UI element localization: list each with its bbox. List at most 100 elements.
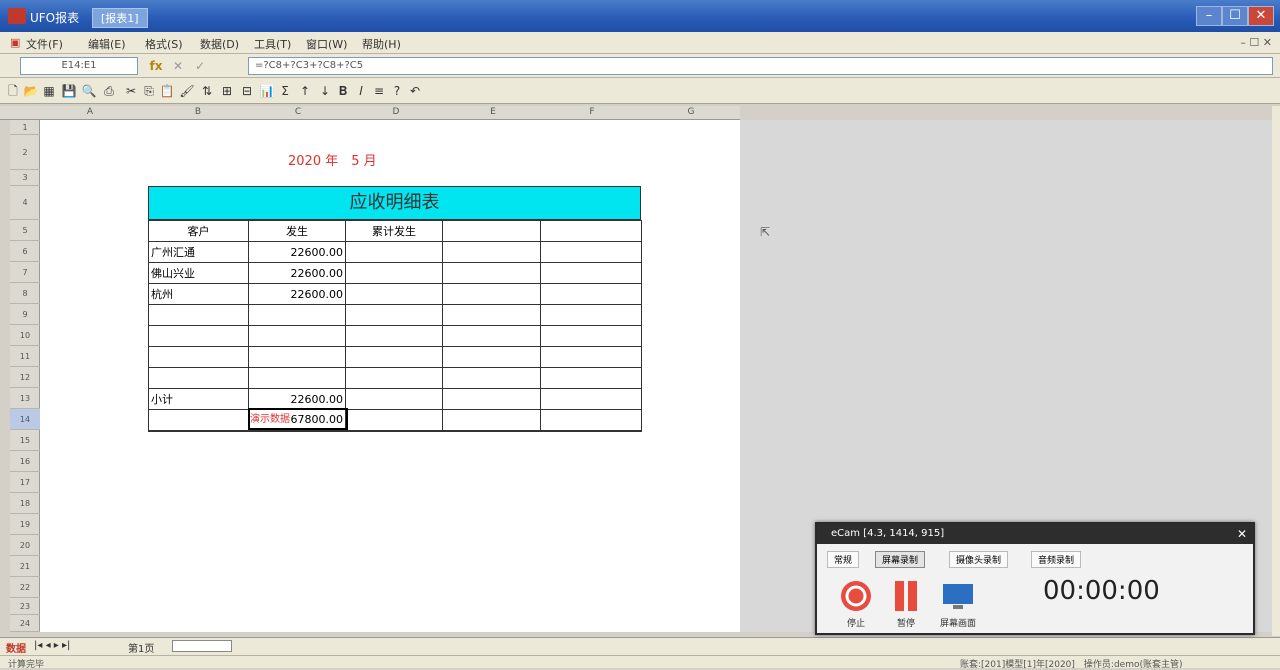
table-cell[interactable] [442, 346, 541, 368]
align-icon[interactable]: ≡ [370, 82, 388, 100]
new-file-icon[interactable]: 🗋 [4, 82, 22, 100]
cut-icon[interactable]: ✂ [122, 82, 140, 100]
table-cell[interactable] [442, 325, 541, 347]
menu-file[interactable]: 文件(F) [26, 36, 63, 52]
table-cell[interactable]: 杭州 [148, 283, 249, 305]
row-header[interactable]: 3 [10, 170, 40, 186]
row-header[interactable]: 15 [10, 430, 40, 451]
row-header[interactable]: 10 [10, 325, 40, 346]
italic-icon[interactable]: 𝐼 [352, 82, 370, 100]
table-cell[interactable] [345, 325, 443, 347]
table-cell[interactable] [248, 346, 346, 368]
table-cell[interactable] [540, 367, 642, 389]
row-header[interactable]: 16 [10, 451, 40, 472]
column-header[interactable]: E [444, 107, 542, 117]
table-cell[interactable] [442, 262, 541, 284]
row-header[interactable]: 24 [10, 615, 40, 632]
recorder-close-icon[interactable]: ✕ [1237, 524, 1247, 544]
cancel-icon[interactable]: ✕ [170, 58, 186, 74]
stop-button[interactable] [839, 579, 873, 613]
formula-input[interactable]: =?C8+?C3+?C8+?C5 [248, 57, 1273, 75]
mode-toggle[interactable]: 数据 [6, 640, 26, 655]
menu-help[interactable]: 帮助(H) [362, 36, 401, 52]
table-cell[interactable] [345, 283, 443, 305]
table-cell[interactable] [248, 304, 346, 326]
preview-icon[interactable]: 🔍 [80, 82, 98, 100]
row-header[interactable]: 11 [10, 346, 40, 367]
table-cell[interactable] [442, 367, 541, 389]
table-cell[interactable] [540, 262, 642, 284]
row-header[interactable]: 7 [10, 262, 40, 283]
table-cell[interactable] [540, 283, 642, 305]
table-cell[interactable] [540, 304, 642, 326]
row-header[interactable]: 9 [10, 304, 40, 325]
row-header[interactable]: 1 [10, 120, 40, 135]
table-cell[interactable] [345, 346, 443, 368]
sort-desc-icon[interactable]: ↓ [316, 82, 334, 100]
print-preview-icon[interactable]: ▦ [40, 82, 58, 100]
confirm-icon[interactable]: ✓ [192, 58, 208, 74]
table-cell[interactable] [345, 241, 443, 263]
table-cell[interactable] [345, 367, 443, 389]
table-cell[interactable]: 小计 [148, 388, 249, 410]
table-cell[interactable] [540, 346, 642, 368]
undo-icon[interactable]: ↶ [406, 82, 424, 100]
row-header[interactable]: 14 [10, 409, 40, 430]
table-cell[interactable]: 22600.00 [248, 388, 346, 410]
recorder-title[interactable]: eCam [4.3, 1414, 915] [817, 524, 1253, 544]
row-header[interactable]: 20 [10, 535, 40, 556]
column-header[interactable]: B [148, 107, 248, 117]
table-cell[interactable] [148, 409, 249, 432]
table-cell[interactable] [148, 325, 249, 347]
column-header[interactable]: C [248, 107, 348, 117]
table-cell[interactable] [148, 367, 249, 389]
table-cell[interactable] [148, 346, 249, 368]
save-icon[interactable]: 💾 [60, 82, 78, 100]
table-cell[interactable] [248, 325, 346, 347]
menu-edit[interactable]: 编辑(E) [88, 36, 126, 52]
row-header[interactable]: 12 [10, 367, 40, 388]
row-header[interactable]: 4 [10, 186, 40, 220]
insert-col-icon[interactable]: ⊟ [238, 82, 256, 100]
menu-tools[interactable]: 工具(T) [254, 36, 291, 52]
table-cell[interactable] [442, 409, 541, 432]
table-cell[interactable] [345, 388, 443, 410]
column-header[interactable]: A [40, 107, 140, 117]
row-header[interactable]: 8 [10, 283, 40, 304]
copy-icon[interactable]: ⎘ [140, 82, 158, 100]
row-header[interactable]: 18 [10, 493, 40, 514]
row-header[interactable]: 5 [10, 220, 40, 241]
print-icon[interactable]: ⎙ [100, 82, 118, 100]
open-folder-icon[interactable]: 📂 [22, 82, 40, 100]
sort-icon[interactable]: ⇅ [198, 82, 216, 100]
document-tab[interactable]: [报表1] [92, 8, 148, 28]
column-header[interactable]: F [542, 107, 642, 117]
menu-data[interactable]: 数据(D) [200, 36, 239, 52]
bold-icon[interactable]: 𝐁 [334, 82, 352, 100]
sum-icon[interactable]: Σ [276, 82, 294, 100]
row-header[interactable]: 6 [10, 241, 40, 262]
table-cell[interactable] [540, 325, 642, 347]
table-cell[interactable] [345, 304, 443, 326]
header-cell[interactable]: 累计发生 [345, 220, 443, 242]
sheet-nav-buttons[interactable]: |◂ ◂ ▸ ▸| [34, 640, 70, 651]
menu-format[interactable]: 格式(S) [145, 36, 183, 52]
maximize-button[interactable]: ☐ [1222, 6, 1248, 26]
report-date[interactable]: 2020 年 5 月 [288, 150, 377, 169]
row-header[interactable]: 21 [10, 556, 40, 577]
header-cell[interactable]: 客户 [148, 220, 249, 242]
table-cell[interactable] [540, 409, 642, 432]
table-cell[interactable] [442, 283, 541, 305]
table-cell[interactable]: 22600.00 [248, 241, 346, 263]
minimize-button[interactable]: – [1196, 6, 1222, 26]
format-painter-icon[interactable]: 🖌 [178, 82, 196, 100]
row-header[interactable]: 2 [10, 135, 40, 170]
horizontal-scrollbar[interactable] [172, 640, 232, 652]
fx-icon[interactable]: fx [148, 58, 164, 74]
menu-window[interactable]: 窗口(W) [306, 36, 347, 52]
table-cell[interactable] [148, 304, 249, 326]
recorder-tab[interactable]: 摄像头录制 [949, 551, 1009, 568]
table-cell[interactable] [442, 304, 541, 326]
table-cell[interactable]: 22600.00 [248, 283, 346, 305]
table-cell[interactable] [345, 409, 443, 432]
